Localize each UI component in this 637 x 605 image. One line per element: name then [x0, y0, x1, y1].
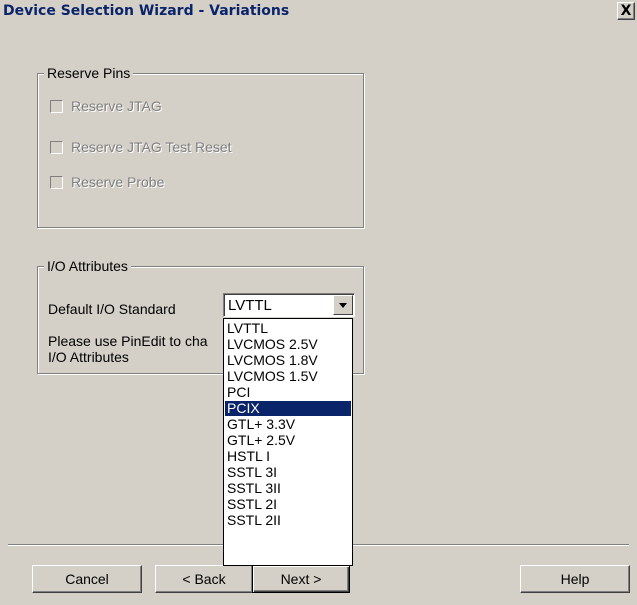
io-attributes-legend: I/O Attributes [44, 258, 131, 274]
back-button[interactable]: < Back [155, 565, 253, 593]
reserve-jtag-label: Reserve JTAG [71, 98, 162, 114]
reserve-probe-label: Reserve Probe [71, 174, 165, 190]
option-lvcmos-2-5v[interactable]: LVCMOS 2.5V [225, 337, 351, 352]
option-sstl-3i[interactable]: SSTL 3I [225, 465, 351, 480]
reserve-jtag-row: Reserve JTAG [50, 97, 162, 115]
reserve-pins-legend: Reserve Pins [44, 65, 134, 81]
reserve-jtag-test-reset-row: Reserve JTAG Test Reset [50, 138, 232, 156]
pinedit-hint-line2: I/O Attributes [48, 349, 129, 365]
close-icon: X [620, 3, 632, 19]
cancel-button[interactable]: Cancel [32, 565, 142, 593]
window-title: Device Selection Wizard - Variations [3, 3, 290, 19]
option-pci[interactable]: PCI [225, 385, 351, 400]
reserve-pins-group: Reserve Pins Reserve JTAG Reserve JTAG T… [37, 65, 364, 228]
next-button[interactable]: Next > [252, 565, 350, 593]
option-hstl-i[interactable]: HSTL I [225, 449, 351, 464]
combo-dropdown-button[interactable] [333, 295, 353, 315]
default-io-standard-label: Default I/O Standard [48, 301, 176, 317]
reserve-jtag-test-reset-checkbox[interactable] [50, 140, 63, 154]
help-button[interactable]: Help [520, 565, 630, 593]
reserve-jtag-test-reset-label: Reserve JTAG Test Reset [71, 139, 232, 155]
option-sstl-3ii[interactable]: SSTL 3II [225, 481, 351, 496]
default-io-standard-combo[interactable]: LVTTL [223, 293, 355, 317]
title-bar: Device Selection Wizard - Variations X [0, 0, 637, 24]
reserve-probe-row: Reserve Probe [50, 173, 164, 191]
io-standard-dropdown-list: LVTTL LVCMOS 2.5V LVCMOS 1.8V LVCMOS 1.5… [223, 318, 353, 566]
chevron-down-icon [339, 303, 347, 308]
option-lvttl[interactable]: LVTTL [225, 321, 351, 336]
option-sstl-2i[interactable]: SSTL 2I [225, 497, 351, 512]
close-button[interactable]: X [617, 2, 635, 20]
option-lvcmos-1-8v[interactable]: LVCMOS 1.8V [225, 353, 351, 368]
reserve-probe-checkbox[interactable] [50, 175, 63, 189]
option-lvcmos-1-5v[interactable]: LVCMOS 1.5V [225, 369, 351, 384]
option-pcix[interactable]: PCIX [225, 401, 351, 416]
combo-selected-value: LVTTL [228, 297, 272, 314]
option-sstl-2ii[interactable]: SSTL 2II [225, 513, 351, 528]
reserve-jtag-checkbox[interactable] [50, 99, 63, 113]
option-gtl-3-3v[interactable]: GTL+ 3.3V [225, 417, 351, 432]
pinedit-hint-line1: Please use PinEdit to cha [48, 333, 208, 349]
option-gtl-2-5v[interactable]: GTL+ 2.5V [225, 433, 351, 448]
